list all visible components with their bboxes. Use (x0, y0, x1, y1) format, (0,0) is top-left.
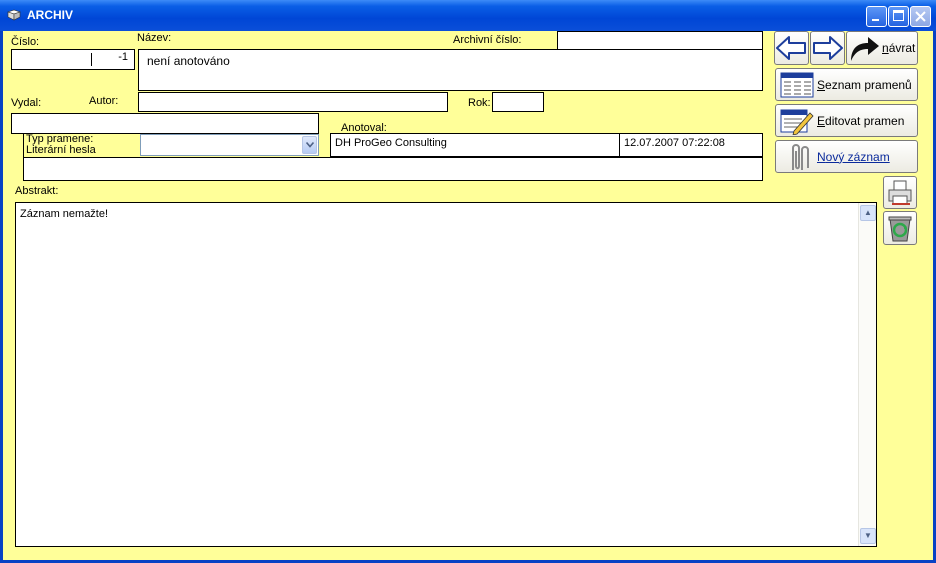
minimize-icon (872, 19, 879, 21)
autor-label: Autor: (89, 95, 119, 107)
nazev-label: Název: (137, 32, 172, 44)
title-bar[interactable]: ARCHIV (0, 0, 936, 31)
rok-label: Rok: (468, 97, 491, 109)
editovat-pramen-button[interactable]: Editovat pramen (775, 104, 918, 137)
window-title: ARCHIV (27, 8, 74, 22)
scroll-down-icon[interactable]: ▼ (860, 528, 876, 544)
chevron-down-icon (306, 142, 314, 148)
archivni-cislo-field[interactable] (557, 31, 763, 50)
seznam-pramenu-label: Seznam pramenů (817, 77, 912, 92)
delete-button[interactable] (883, 211, 917, 245)
anotoval-field[interactable]: DH ProGeo Consulting (330, 133, 620, 157)
text-cursor (91, 53, 92, 66)
printer-icon (888, 180, 912, 205)
list-grid-icon (780, 72, 814, 97)
literarni-hesla-field[interactable] (23, 157, 763, 181)
literarni-hesla-label: Literární hesla (26, 144, 96, 156)
minimize-button[interactable] (866, 6, 887, 27)
abstrakt-scrollbar[interactable]: ▲ ▼ (858, 203, 876, 546)
cislo-value: -1 (118, 51, 128, 63)
paperclip-icon (792, 143, 809, 170)
typ-pramene-select[interactable] (140, 134, 319, 156)
scroll-up-icon[interactable]: ▲ (860, 205, 876, 221)
arrow-right-icon (813, 36, 843, 60)
rok-field[interactable] (492, 92, 544, 112)
return-arrow-icon (851, 37, 879, 61)
abstrakt-label: Abstrakt: (15, 185, 59, 197)
anotoval-date-field[interactable]: 12.07.2007 07:22:08 (619, 133, 763, 157)
maximize-button[interactable] (888, 6, 909, 27)
navrat-button[interactable]: návrat (846, 31, 918, 65)
app-book-icon (7, 9, 21, 21)
maximize-icon (893, 10, 904, 21)
editovat-pramen-label: Editovat pramen (817, 113, 905, 128)
seznam-pramenu-button[interactable]: Seznam pramenů (775, 68, 918, 101)
novy-zaznam-label: Nový záznam (817, 149, 890, 164)
cislo-label: Číslo: (11, 36, 40, 48)
back-button[interactable] (774, 31, 809, 65)
autor-field[interactable] (138, 92, 448, 112)
close-icon (915, 11, 926, 22)
abstrakt-field[interactable]: Záznam nemažte! ▲ ▼ (15, 202, 877, 547)
navrat-label: návrat (882, 41, 916, 55)
cislo-field[interactable]: -1 (11, 49, 135, 70)
recycle-bin-icon (888, 216, 912, 242)
typ-literarni-labels-box: Typ pramene: Literární hesla (23, 133, 140, 158)
print-button[interactable] (883, 176, 917, 209)
abstrakt-text: Záznam nemažte! (20, 208, 109, 220)
forward-button[interactable] (810, 31, 845, 65)
arrow-left-icon (776, 36, 806, 60)
nazev-field[interactable]: není anotováno (138, 49, 763, 91)
vydal-field[interactable] (11, 113, 319, 134)
archiv-window: ARCHIV Číslo: Název: Archivní číslo: -1 … (0, 0, 936, 563)
vydal-label: Vydal: (11, 97, 42, 109)
novy-zaznam-button[interactable]: Nový záznam (775, 140, 918, 173)
dropdown-button[interactable] (302, 136, 317, 154)
close-button[interactable] (910, 6, 931, 27)
archivni-cislo-label: Archivní číslo: (453, 34, 522, 46)
edit-form-icon (780, 109, 814, 135)
